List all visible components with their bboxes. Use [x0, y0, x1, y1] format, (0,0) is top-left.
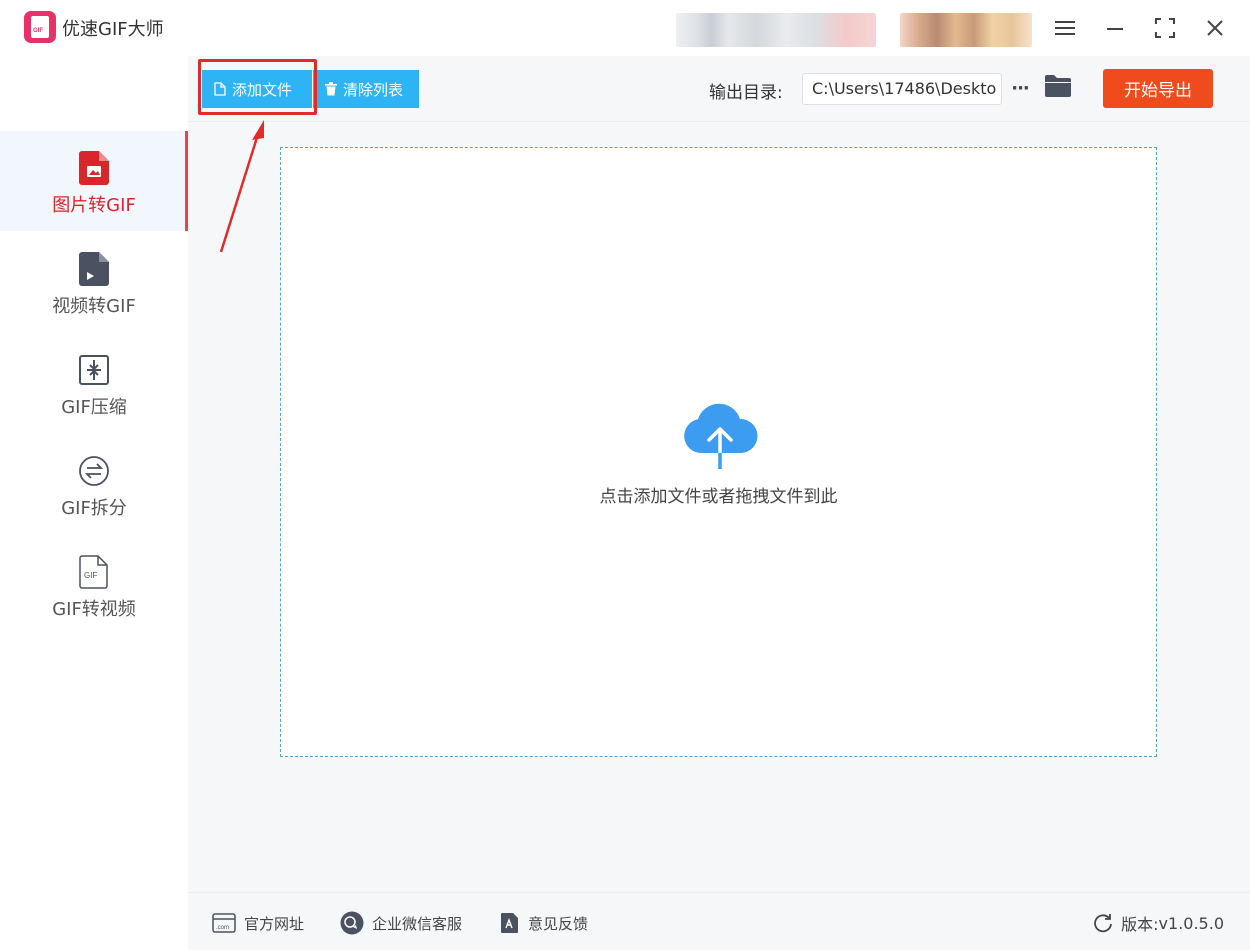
more-options-label: ···: [1011, 77, 1029, 99]
split-icon: [78, 454, 110, 488]
app-logo-text: GIF: [33, 28, 43, 34]
cloud-upload-icon: [684, 403, 758, 469]
version-info[interactable]: 版本: v1.0.5.0: [1093, 911, 1224, 935]
clear-list-label: 清除列表: [343, 80, 404, 99]
title-bar: GIF 优速GIF大师: [0, 0, 1250, 56]
compress-icon: [78, 353, 110, 387]
app-logo: GIF: [24, 11, 56, 43]
maximize-icon: [1155, 18, 1175, 38]
website-label: 官方网址: [244, 914, 305, 933]
footer: .com 官方网址 企业微信客服 意见反馈 版本: v1.0.5.0: [188, 892, 1250, 950]
refresh-icon: [1094, 914, 1113, 933]
sidebar-item-label: GIF拆分: [61, 498, 127, 519]
more-options-button[interactable]: ···: [1008, 72, 1032, 104]
wechat-service-link[interactable]: 企业微信客服: [340, 910, 462, 936]
sidebar-item-gif-split[interactable]: GIF拆分: [0, 434, 188, 534]
website-link[interactable]: .com 官方网址: [212, 910, 304, 936]
version-value: v1.0.5.0: [1158, 913, 1224, 933]
feedback-label: 意见反馈: [528, 914, 589, 933]
menu-button[interactable]: [1045, 8, 1085, 48]
sidebar-item-label: 图片转GIF: [52, 195, 136, 216]
close-icon: [1207, 20, 1223, 36]
feedback-icon: [501, 913, 518, 933]
folder-icon: [1045, 75, 1071, 97]
output-dir-field[interactable]: C:\Users\17486\Deskto: [802, 73, 1002, 105]
close-button[interactable]: [1195, 8, 1235, 48]
toolbar: 添加文件 清除列表 输出目录: C:\Users\17486\Deskto ··…: [188, 56, 1250, 122]
open-folder-button[interactable]: [1044, 74, 1074, 104]
video-file-icon: [78, 252, 110, 286]
output-dir-label: 输出目录:: [709, 83, 783, 103]
blurred-user-info: [676, 13, 876, 47]
clear-list-button[interactable]: 清除列表: [313, 70, 419, 108]
gif-file-icon: GIF: [78, 555, 110, 589]
app-title: 优速GIF大师: [62, 19, 164, 40]
image-file-icon: [78, 151, 110, 185]
sidebar-item-label: 视频转GIF: [52, 296, 136, 317]
hamburger-menu-icon: [1055, 21, 1075, 35]
sidebar-item-label: GIF压缩: [61, 397, 127, 418]
feedback-link[interactable]: 意见反馈: [500, 910, 588, 936]
maximize-button[interactable]: [1145, 8, 1185, 48]
main-panel: 添加文件 清除列表 输出目录: C:\Users\17486\Deskto ··…: [188, 56, 1250, 892]
sidebar-item-video-to-gif[interactable]: 视频转GIF: [0, 232, 188, 332]
wechat-label: 企业微信客服: [372, 914, 463, 933]
version-label: 版本:: [1121, 915, 1159, 934]
minimize-icon: [1107, 28, 1123, 30]
wechat-icon: [340, 911, 364, 935]
annotation-highlight-box: [198, 59, 317, 115]
sidebar-item-image-to-gif[interactable]: 图片转GIF: [0, 131, 188, 231]
sidebar-item-gif-to-video[interactable]: GIF GIF转视频: [0, 535, 188, 635]
blurred-user-avatar: [900, 13, 1032, 47]
website-icon: .com: [212, 913, 236, 933]
file-drop-zone[interactable]: 点击添加文件或者拖拽文件到此: [280, 147, 1157, 757]
minimize-button[interactable]: [1095, 8, 1135, 48]
start-export-button[interactable]: 开始导出: [1103, 69, 1213, 108]
sidebar: 图片转GIF 视频转GIF GIF压缩 GIF拆分 GIF GIF转视频: [0, 56, 188, 950]
sidebar-item-label: GIF转视频: [52, 599, 136, 620]
drop-zone-hint: 点击添加文件或者拖拽文件到此: [599, 487, 838, 507]
svg-text:.com: .com: [216, 925, 229, 931]
svg-text:GIF: GIF: [84, 571, 97, 580]
trash-icon: [325, 82, 337, 96]
sidebar-item-gif-compress[interactable]: GIF压缩: [0, 333, 188, 433]
